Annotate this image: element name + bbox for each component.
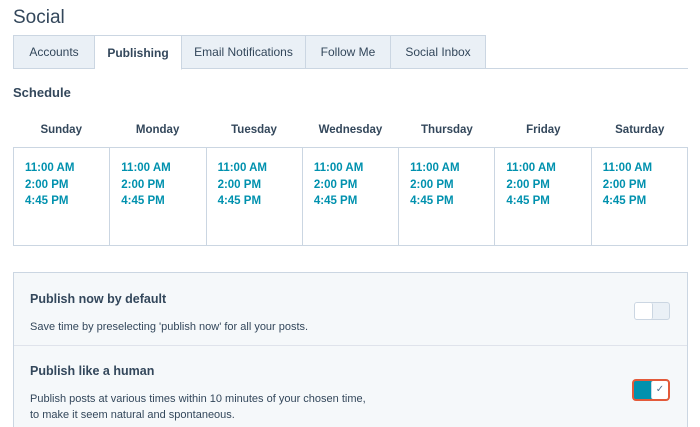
time-slot[interactable]: 4:45 PM	[25, 193, 109, 210]
schedule-column-wednesday: 11:00 AM 2:00 PM 4:45 PM	[301, 148, 398, 245]
publishing-settings-panel: Publish now by default Save time by pres…	[13, 272, 688, 427]
tab-bar: Accounts Publishing Email Notifications …	[13, 35, 486, 70]
schedule-heading: Schedule	[13, 85, 71, 100]
tab-accounts[interactable]: Accounts	[13, 35, 95, 69]
time-slot[interactable]: 2:00 PM	[603, 177, 687, 194]
time-slot[interactable]: 4:45 PM	[218, 193, 302, 210]
page-title: Social	[13, 7, 65, 28]
schedule-column-monday: 11:00 AM 2:00 PM 4:45 PM	[109, 148, 205, 245]
time-slot[interactable]: 11:00 AM	[410, 160, 494, 177]
publish-now-toggle[interactable]	[634, 302, 670, 320]
time-slot[interactable]: 2:00 PM	[218, 177, 302, 194]
setting-title: Publish like a human	[30, 364, 155, 378]
setting-description: Publish posts at various times within 10…	[30, 393, 366, 421]
time-slot[interactable]: 4:45 PM	[410, 193, 494, 210]
toggle-knob	[635, 303, 653, 319]
tab-social-inbox[interactable]: Social Inbox	[391, 35, 486, 69]
day-header-sunday: Sunday	[40, 124, 82, 136]
setting-publish-like-human: Publish like a human Publish posts at va…	[14, 346, 687, 427]
time-slot[interactable]: 4:45 PM	[121, 193, 205, 210]
setting-publish-now: Publish now by default Save time by pres…	[14, 273, 687, 346]
toggle-knob: ✓	[651, 381, 668, 399]
publish-like-human-toggle[interactable]: ✓	[632, 379, 670, 401]
day-header-monday: Monday	[135, 124, 180, 136]
schedule-column-sunday: 11:00 AM 2:00 PM 4:45 PM	[14, 148, 109, 245]
day-header-thursday: Thursday	[421, 124, 473, 136]
time-slot[interactable]: 4:45 PM	[603, 193, 687, 210]
time-slot[interactable]: 11:00 AM	[506, 160, 590, 177]
time-slot[interactable]: 11:00 AM	[314, 160, 398, 177]
schedule-column-friday: 11:00 AM 2:00 PM 4:45 PM	[494, 148, 590, 245]
time-slot[interactable]: 11:00 AM	[218, 160, 302, 177]
time-slot[interactable]: 2:00 PM	[314, 177, 398, 194]
time-slot[interactable]: 11:00 AM	[121, 160, 205, 177]
tab-email-notifications[interactable]: Email Notifications	[182, 35, 306, 69]
setting-description: Save time by preselecting 'publish now' …	[30, 321, 309, 333]
tab-publishing[interactable]: Publishing	[95, 35, 182, 70]
day-header-saturday: Saturday	[615, 124, 665, 136]
schedule-column-saturday: 11:00 AM 2:00 PM 4:45 PM	[590, 148, 687, 245]
time-slot[interactable]: 2:00 PM	[121, 177, 205, 194]
day-header-wednesday: Wednesday	[318, 124, 383, 136]
tab-follow-me[interactable]: Follow Me	[306, 35, 391, 69]
time-slot[interactable]: 11:00 AM	[603, 160, 687, 177]
setting-title: Publish now by default	[30, 292, 167, 306]
time-slot[interactable]: 2:00 PM	[25, 177, 109, 194]
schedule-day-headers: Sunday Monday Tuesday Wednesday Thursday…	[13, 124, 688, 136]
time-slot[interactable]: 11:00 AM	[25, 160, 109, 177]
schedule-grid: 11:00 AM 2:00 PM 4:45 PM 11:00 AM 2:00 P…	[13, 147, 688, 246]
checkmark-icon: ✓	[655, 384, 665, 395]
time-slot[interactable]: 2:00 PM	[506, 177, 590, 194]
day-header-friday: Friday	[526, 124, 561, 136]
day-header-tuesday: Tuesday	[231, 124, 277, 136]
time-slot[interactable]: 2:00 PM	[410, 177, 494, 194]
time-slot[interactable]: 4:45 PM	[506, 193, 590, 210]
schedule-column-tuesday: 11:00 AM 2:00 PM 4:45 PM	[205, 148, 302, 245]
time-slot[interactable]: 4:45 PM	[314, 193, 398, 210]
schedule-column-thursday: 11:00 AM 2:00 PM 4:45 PM	[398, 148, 494, 245]
